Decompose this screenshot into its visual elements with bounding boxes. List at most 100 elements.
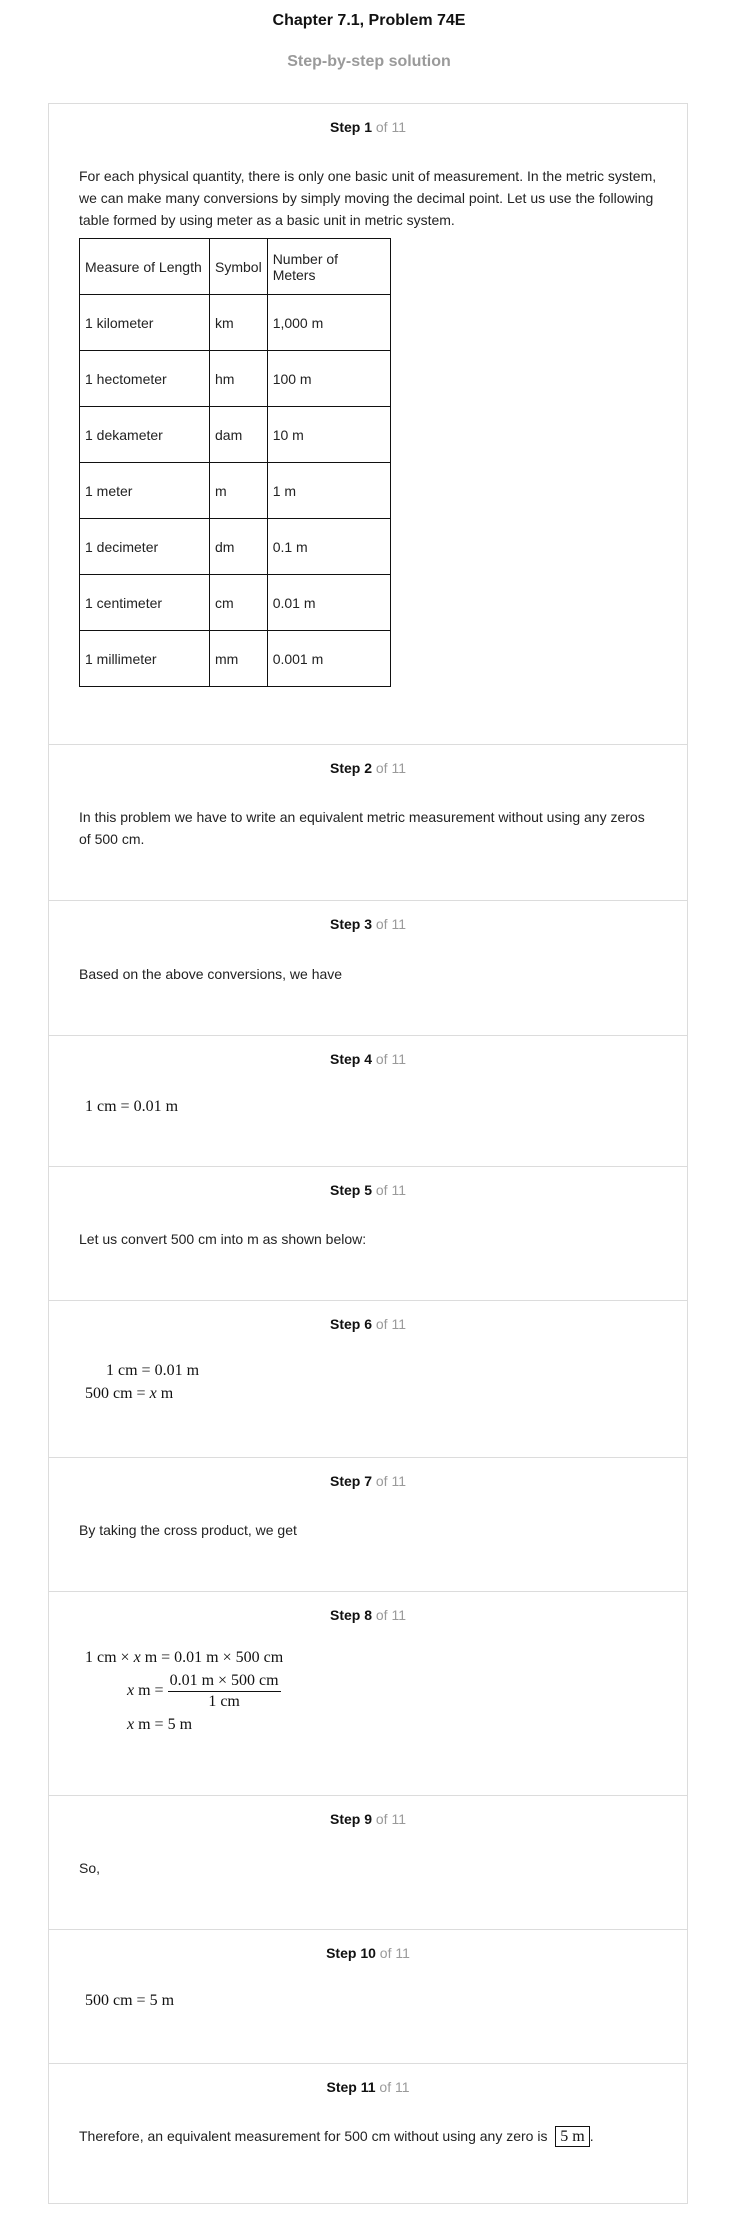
column-header: Number of Meters — [266, 238, 391, 295]
column-header: Symbol — [209, 238, 268, 295]
step-number: Step 9 — [329, 1811, 372, 1827]
table-row: 1 dekameter dam 10 m — [79, 406, 391, 463]
equation-line: x m = 0.01 m × 500 cm 1 cm — [85, 1671, 665, 1712]
table-cell: 100 m — [266, 350, 391, 407]
equation-part: m — [156, 1385, 174, 1402]
table-cell: 1 hectometer — [79, 350, 210, 407]
step-text: For each physical quantity, there is onl… — [79, 168, 657, 228]
step-9: Step 9 of 11 So, — [49, 1795, 687, 1930]
table-cell: hm — [209, 350, 268, 407]
table-cell: dam — [209, 406, 268, 463]
table-cell: 10 m — [266, 406, 391, 463]
final-answer: 5 m — [555, 2126, 590, 2147]
table-cell: 1 kilometer — [79, 294, 210, 351]
step-10: Step 10 of 11 500 cm = 5 m — [49, 1929, 687, 2064]
table-row: 1 millimeter mm 0.001 m — [79, 630, 391, 687]
length-conversion-table: Measure of Length Symbol Number of Meter… — [79, 238, 391, 687]
fraction: 0.01 m × 500 cm 1 cm — [167, 1671, 281, 1712]
step-text: Let us convert 500 cm into m as shown be… — [79, 1231, 367, 1247]
table-cell: mm — [209, 630, 268, 687]
step-2: Step 2 of 11 In this problem we have to … — [49, 744, 687, 901]
step-text: So, — [79, 1860, 101, 1876]
column-header: Measure of Length — [79, 238, 210, 295]
table-cell: dm — [209, 518, 268, 575]
step-1: Step 1 of 11 For each physical quantity,… — [49, 104, 687, 744]
step-number: Step 8 — [329, 1607, 372, 1623]
step-total: of 11 — [375, 1182, 406, 1198]
step-number: Step 4 — [329, 1051, 372, 1067]
step-total: of 11 — [375, 119, 406, 135]
step-total: of 11 — [375, 1316, 406, 1332]
equation-block: 1 cm × x m = 0.01 m × 500 cm x m = 0.01 … — [85, 1647, 665, 1736]
equation-part: m = 5 m — [134, 1716, 193, 1733]
step-header: Step 1 of 11 — [49, 119, 687, 135]
table-cell: km — [209, 294, 268, 351]
table-cell: 0.01 m — [266, 574, 391, 631]
step-total: of 11 — [375, 1473, 406, 1489]
step-text-line: Therefore, an equivalent measurement for… — [79, 2125, 659, 2148]
step-3: Step 3 of 11 Based on the above conversi… — [49, 900, 687, 1036]
step-text: By taking the cross product, we get — [79, 1522, 297, 1538]
equation-line: 500 cm = x m — [85, 1382, 665, 1405]
step-number: Step 3 — [329, 916, 372, 932]
table-row: 1 centimeter cm 0.01 m — [79, 574, 391, 631]
table-cell: cm — [209, 574, 268, 631]
step-header: Step 5 of 11 — [49, 1182, 687, 1198]
equation-line: 1 cm × x m = 0.01 m × 500 cm — [85, 1647, 665, 1669]
table-cell: 1 millimeter — [79, 630, 210, 687]
variable: x — [133, 1649, 141, 1666]
table-row: 1 decimeter dm 0.1 m — [79, 518, 391, 575]
equation-part: m = — [134, 1682, 168, 1700]
step-number: Step 1 — [329, 119, 372, 135]
step-text: In this problem we have to write an equi… — [79, 809, 645, 847]
step-total: of 11 — [375, 1051, 406, 1067]
step-header: Step 2 of 11 — [49, 760, 687, 776]
equation-part: m = 0.01 m × 500 cm — [140, 1649, 284, 1666]
step-number: Step 6 — [329, 1316, 372, 1332]
table-header-row: Measure of Length Symbol Number of Meter… — [79, 238, 391, 295]
solution-steps: Step 1 of 11 For each physical quantity,… — [48, 103, 688, 2204]
table-row: 1 kilometer km 1,000 m — [79, 294, 391, 351]
table-cell: 1,000 m — [266, 294, 391, 351]
equation-line: 1 cm = 0.01 m — [106, 1362, 200, 1379]
step-number: Step 5 — [329, 1182, 372, 1198]
table-cell: 1 m — [266, 462, 391, 519]
step-total: of 11 — [379, 2079, 410, 2095]
numerator: 0.01 m × 500 cm — [167, 1671, 281, 1692]
step-header: Step 4 of 11 — [49, 1051, 687, 1067]
table-row: 1 hectometer hm 100 m — [79, 350, 391, 407]
step-number: Step 7 — [329, 1473, 372, 1489]
table-row: 1 meter m 1 m — [79, 462, 391, 519]
step-6: Step 6 of 11 1 cm = 0.01 m 500 cm = x m — [49, 1300, 687, 1458]
table-cell: m — [209, 462, 268, 519]
step-header: Step 7 of 11 — [49, 1473, 687, 1489]
sentence-end: . — [589, 2128, 594, 2144]
equation-part: 1 cm × — [85, 1649, 134, 1666]
table-cell: 1 meter — [79, 462, 210, 519]
step-total: of 11 — [375, 1811, 406, 1827]
denominator: 1 cm — [208, 1693, 240, 1710]
equation-block: 1 cm = 0.01 m 500 cm = x m — [85, 1359, 665, 1405]
equation: 1 cm = 0.01 m — [85, 1098, 179, 1115]
step-number: Step 10 — [326, 1945, 376, 1961]
step-header: Step 9 of 11 — [49, 1811, 687, 1827]
table-cell: 1 dekameter — [79, 406, 210, 463]
step-4: Step 4 of 11 1 cm = 0.01 m — [49, 1035, 687, 1167]
step-total: of 11 — [375, 760, 406, 776]
step-5: Step 5 of 11 Let us convert 500 cm into … — [49, 1166, 687, 1301]
equation-part: 500 cm = — [85, 1385, 150, 1402]
step-text: Therefore, an equivalent measurement for… — [79, 2128, 548, 2144]
step-number: Step 11 — [326, 2079, 376, 2095]
page-title: Chapter 7.1, Problem 74E — [272, 12, 466, 29]
step-text: Based on the above conversions, we have — [79, 966, 343, 982]
equation-line: x m = 5 m — [85, 1714, 665, 1736]
step-header: Step 10 of 11 — [49, 1945, 687, 1961]
step-total: of 11 — [379, 1945, 410, 1961]
variable: x — [149, 1385, 157, 1402]
step-11: Step 11 of 11 Therefore, an equivalent m… — [49, 2063, 687, 2204]
page-subtitle: Step-by-step solution — [287, 53, 451, 70]
equation: 500 cm = 5 m — [85, 1992, 175, 2009]
table-cell: 0.001 m — [266, 630, 391, 687]
step-total: of 11 — [375, 1607, 406, 1623]
table-cell: 0.1 m — [266, 518, 391, 575]
